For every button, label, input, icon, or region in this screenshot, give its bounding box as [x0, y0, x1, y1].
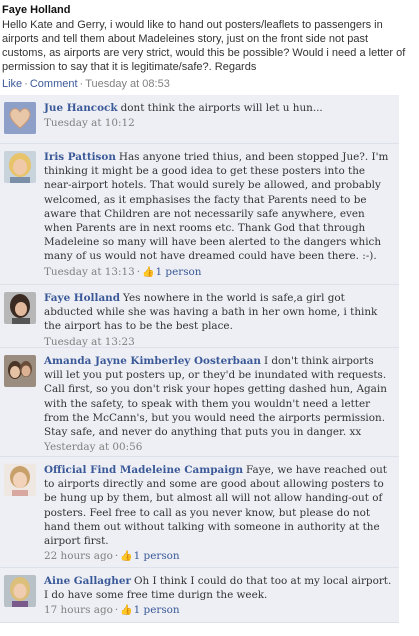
comment-author[interactable]: Amanda Jayne Kimberley Oosterbaan: [44, 355, 261, 367]
likes-count[interactable]: 👍1 person: [142, 266, 201, 278]
comment-body: Faye Holland Yes nowhere in the world is …: [44, 291, 393, 347]
separator: ·: [24, 78, 28, 90]
thumbs-up-icon: 👍: [120, 605, 133, 617]
comment-timestamp[interactable]: Tuesday at 10:12: [44, 117, 135, 129]
comment-body: Jue Hancock dont think the airports will …: [44, 101, 393, 138]
heart-hands-photo: [4, 102, 36, 134]
likes-count[interactable]: 👍1 person: [120, 604, 179, 616]
comment-meta: 17 hours ago · 👍1 person: [44, 603, 393, 618]
comments-list: Jue Hancock dont think the airports will …: [0, 95, 399, 623]
comment-meta: Yesterday at 00:56: [44, 440, 393, 454]
comment-timestamp[interactable]: 22 hours ago: [44, 550, 113, 562]
comment: Faye Holland Yes nowhere in the world is …: [0, 285, 399, 348]
post-meta: Like · Comment · Tuesday at 08:53: [2, 77, 413, 91]
comment-text: Has anyone tried thius, and been stopped…: [44, 151, 389, 263]
comment-body: Official Find Madeleine Campaign Faye, we…: [44, 463, 393, 562]
comment-body: Amanda Jayne Kimberley Oosterbaan I don't…: [44, 354, 393, 454]
like-link[interactable]: Like: [2, 78, 22, 90]
dark-hair-photo: [4, 292, 36, 324]
comment-author[interactable]: Iris Pattison: [44, 151, 116, 163]
comment-text: dont think the airports will let u hun..…: [120, 102, 323, 114]
post: Faye Holland Hello Kate and Gerry, i wou…: [0, 0, 419, 91]
separator: ·: [114, 550, 119, 563]
likes-count[interactable]: 👍1 person: [120, 550, 179, 562]
comment-author[interactable]: Official Find Madeleine Campaign: [44, 464, 243, 476]
comment-meta: 22 hours ago · 👍1 person: [44, 549, 393, 564]
comment: Aine Gallagher Oh I think I could do that…: [0, 568, 399, 623]
comment-timestamp[interactable]: Yesterday at 00:56: [44, 441, 142, 453]
comment: Amanda Jayne Kimberley Oosterbaan I don't…: [0, 348, 399, 457]
comment-link[interactable]: Comment: [30, 78, 78, 90]
comment-text: I don't think airports will let you put …: [44, 355, 387, 439]
comment-timestamp[interactable]: Tuesday at 13:13: [44, 266, 135, 278]
couple-photo: [4, 355, 36, 387]
comment-author[interactable]: Jue Hancock: [44, 102, 118, 114]
comment-meta: Tuesday at 13:13 · 👍1 person: [44, 265, 393, 280]
comment: Official Find Madeleine Campaign Faye, we…: [0, 457, 399, 568]
avatar[interactable]: [4, 102, 36, 134]
blonde-woman-photo: [4, 151, 36, 183]
comment-timestamp[interactable]: 17 hours ago: [44, 604, 113, 616]
thumbs-up-icon: 👍: [142, 266, 155, 278]
avatar[interactable]: [4, 464, 36, 496]
thumbs-up-icon: 👍: [120, 551, 133, 563]
post-text: Hello Kate and Gerry, i would like to ha…: [2, 19, 406, 73]
post-author[interactable]: Faye Holland: [2, 4, 413, 16]
comment-body: Iris Pattison Has anyone tried thius, and…: [44, 150, 393, 279]
avatar[interactable]: [4, 292, 36, 324]
separator: ·: [114, 604, 119, 617]
child-portrait-photo: [4, 464, 36, 496]
comment-meta: Tuesday at 10:12: [44, 116, 393, 130]
post-timestamp[interactable]: Tuesday at 08:53: [85, 78, 170, 90]
comment-body: Aine Gallagher Oh I think I could do that…: [44, 574, 393, 617]
blonde-girl-photo: [4, 575, 36, 607]
comment-author[interactable]: Aine Gallagher: [44, 575, 131, 587]
comment: Jue Hancock dont think the airports will …: [0, 95, 399, 144]
avatar[interactable]: [4, 151, 36, 183]
separator: ·: [79, 78, 84, 90]
comment-author[interactable]: Faye Holland: [44, 292, 120, 304]
comment-timestamp[interactable]: Tuesday at 13:23: [44, 336, 135, 347]
comment-meta: Tuesday at 13:23: [44, 335, 393, 347]
avatar[interactable]: [4, 355, 36, 387]
comment: Iris Pattison Has anyone tried thius, and…: [0, 144, 399, 285]
separator: ·: [136, 265, 141, 278]
avatar[interactable]: [4, 575, 36, 607]
comment-text: Faye, we have reached out to airports di…: [44, 464, 387, 548]
